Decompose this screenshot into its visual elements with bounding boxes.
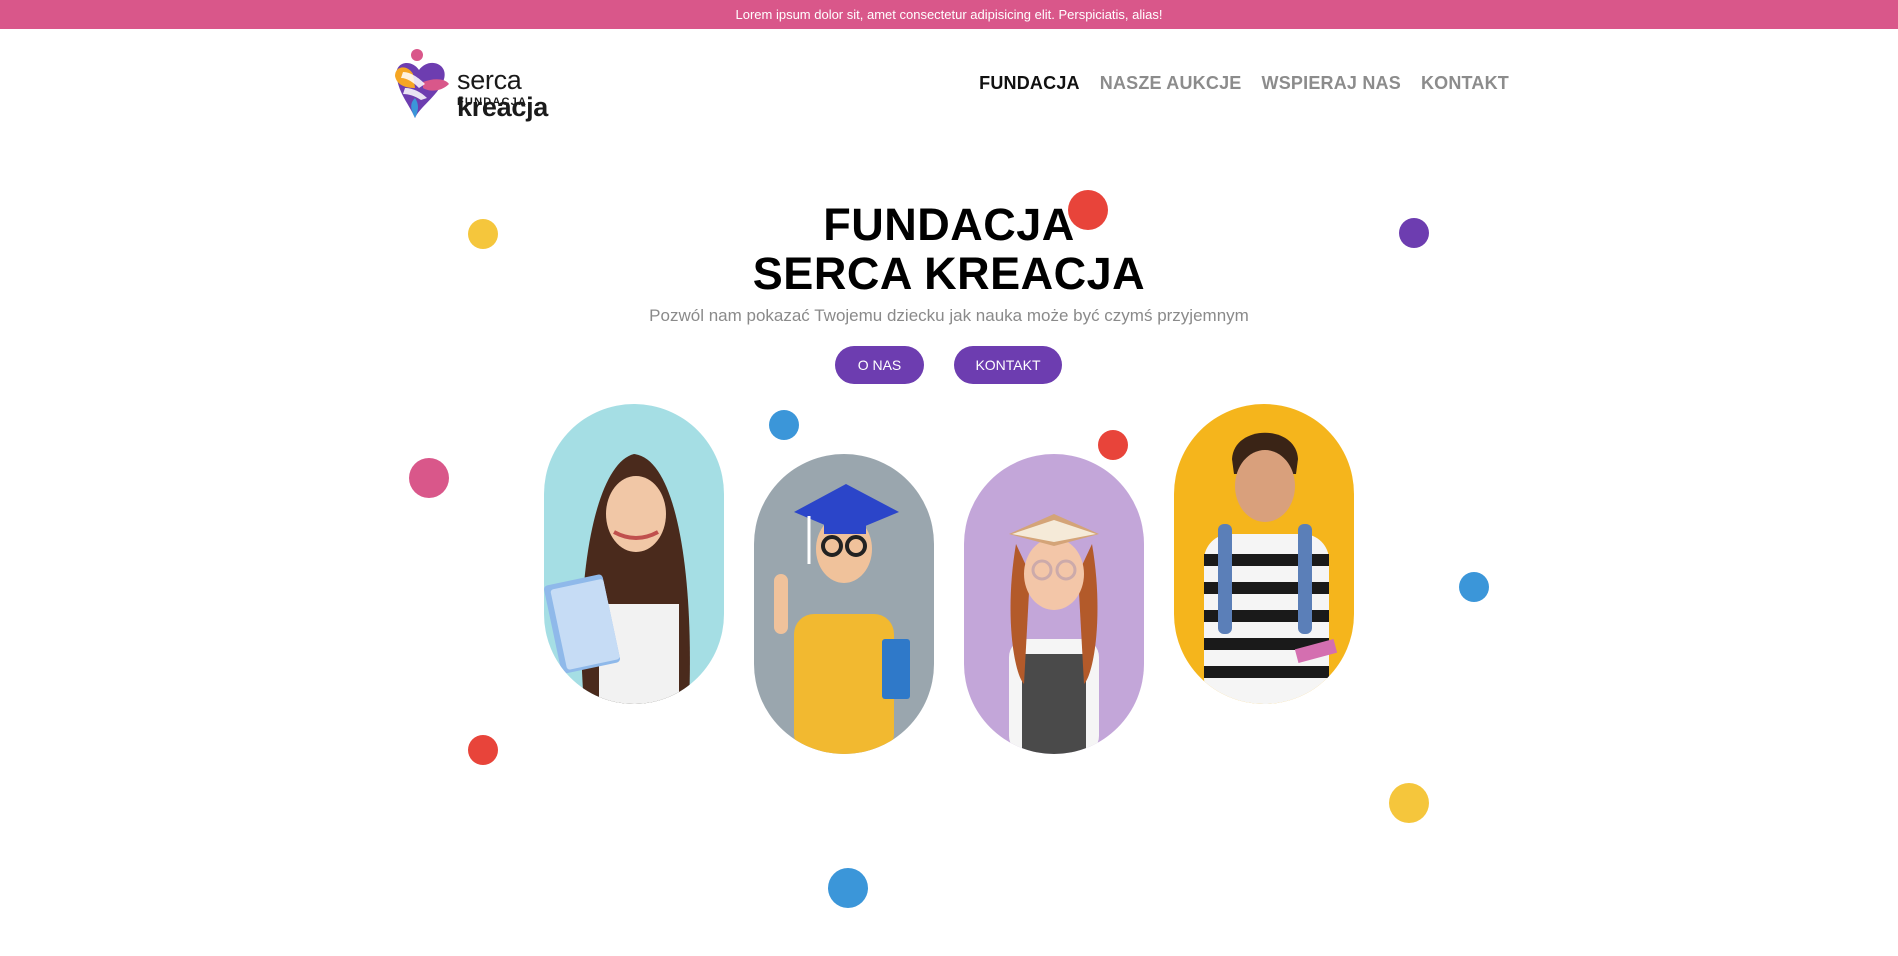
main-nav: FUNDACJA NASZE AUKCJE WSPIERAJ NAS KONTA… — [979, 73, 1509, 94]
card-boy-in-graduation-cap — [754, 454, 934, 754]
contact-button[interactable]: KONTAKT — [954, 346, 1062, 384]
hero-title: FUNDACJA SERCA KREACJA — [0, 200, 1898, 298]
card-girl-with-notebooks — [544, 404, 724, 704]
about-button[interactable]: O NAS — [835, 346, 924, 384]
decor-dot — [409, 458, 449, 498]
card-girl-with-book-on-head — [964, 454, 1144, 754]
girl-with-book-on-head-photo — [964, 454, 1144, 754]
boy-in-graduation-cap-photo — [754, 454, 934, 754]
nav-item-kontakt[interactable]: KONTAKT — [1421, 73, 1509, 94]
hero-subtitle: Pozwól nam pokazać Twojemu dziecku jak n… — [649, 306, 1249, 325]
nav-item-nasze-aukcje[interactable]: NASZE AUKCJE — [1100, 73, 1242, 94]
hero-title-line2: SERCA KREACJA — [752, 248, 1146, 299]
logo-subtitle: FUNDACJA — [457, 96, 528, 108]
decor-dot — [1389, 783, 1429, 823]
logo-wordmark: serca kreacja — [457, 65, 548, 122]
logo[interactable]: serca kreacja FUNDACJA — [389, 48, 599, 122]
nav-item-fundacja[interactable]: FUNDACJA — [979, 73, 1080, 94]
girl-with-notebooks-photo — [544, 404, 724, 704]
decor-dot — [468, 735, 498, 765]
decor-dot — [1098, 430, 1128, 460]
decor-dot — [468, 219, 498, 249]
decor-dot — [769, 410, 799, 440]
hero-title-line1: FUNDACJA — [823, 199, 1075, 250]
boy-with-backpack-photo — [1174, 404, 1354, 704]
announcement-text: Lorem ipsum dolor sit, amet consectetur … — [735, 7, 1163, 22]
decor-dot — [828, 868, 868, 908]
card-boy-with-backpack — [1174, 404, 1354, 704]
heart-hands-logo-icon — [395, 49, 449, 118]
decor-dot — [1399, 218, 1429, 248]
decor-dot — [1068, 190, 1108, 230]
decor-dot — [1459, 572, 1489, 602]
announcement-bar: Lorem ipsum dolor sit, amet consectetur … — [0, 0, 1898, 29]
nav-item-wspieraj-nas[interactable]: WSPIERAJ NAS — [1262, 73, 1401, 94]
